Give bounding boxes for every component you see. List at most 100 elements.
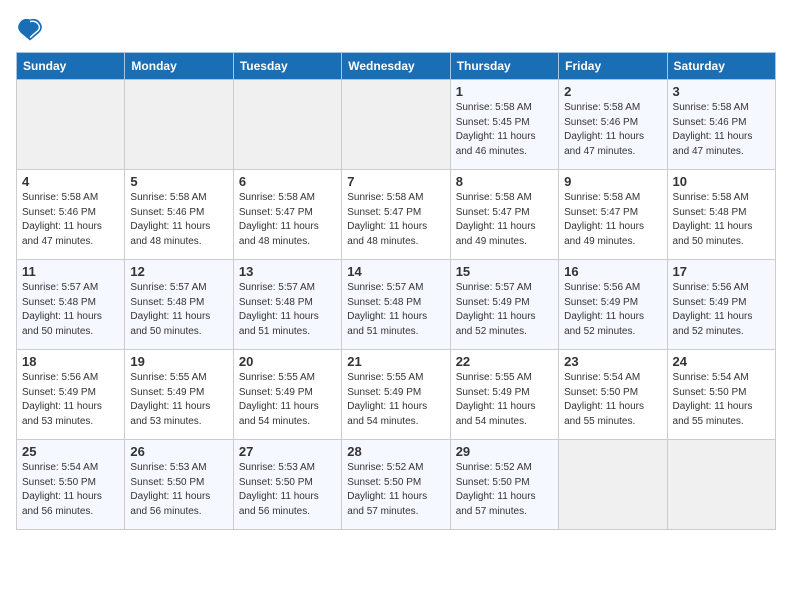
day-number: 9 (564, 174, 661, 189)
calendar-cell: 24 Sunrise: 5:54 AMSunset: 5:50 PMDayligh… (667, 350, 775, 440)
day-number: 12 (130, 264, 227, 279)
day-info: Sunrise: 5:58 AMSunset: 5:46 PMDaylight:… (564, 101, 661, 159)
calendar-cell: 27 Sunrise: 5:53 AMSunset: 5:50 PMDayligh… (233, 440, 341, 530)
day-number: 29 (456, 444, 553, 459)
calendar-cell: 19 Sunrise: 5:55 AMSunset: 5:49 PMDayligh… (125, 350, 233, 440)
calendar-cell: 17 Sunrise: 5:56 AMSunset: 5:49 PMDayligh… (667, 260, 775, 350)
day-number: 20 (239, 354, 336, 369)
day-info: Sunrise: 5:53 AMSunset: 5:50 PMDaylight:… (239, 461, 336, 519)
day-number: 4 (22, 174, 119, 189)
day-info: Sunrise: 5:58 AMSunset: 5:46 PMDaylight:… (673, 101, 770, 159)
day-number: 23 (564, 354, 661, 369)
calendar-cell: 8 Sunrise: 5:58 AMSunset: 5:47 PMDaylight… (450, 170, 558, 260)
calendar-week-3: 11 Sunrise: 5:57 AMSunset: 5:48 PMDayligh… (17, 260, 776, 350)
calendar-cell: 23 Sunrise: 5:54 AMSunset: 5:50 PMDayligh… (559, 350, 667, 440)
calendar-cell: 26 Sunrise: 5:53 AMSunset: 5:50 PMDayligh… (125, 440, 233, 530)
calendar-cell (342, 80, 450, 170)
header-row: SundayMondayTuesdayWednesdayThursdayFrid… (17, 53, 776, 80)
calendar-cell: 11 Sunrise: 5:57 AMSunset: 5:48 PMDayligh… (17, 260, 125, 350)
calendar-cell (125, 80, 233, 170)
day-number: 24 (673, 354, 770, 369)
calendar-cell: 18 Sunrise: 5:56 AMSunset: 5:49 PMDayligh… (17, 350, 125, 440)
day-info: Sunrise: 5:58 AMSunset: 5:47 PMDaylight:… (239, 191, 336, 249)
day-info: Sunrise: 5:57 AMSunset: 5:48 PMDaylight:… (347, 281, 444, 339)
calendar-cell (559, 440, 667, 530)
day-info: Sunrise: 5:52 AMSunset: 5:50 PMDaylight:… (347, 461, 444, 519)
day-number: 5 (130, 174, 227, 189)
day-number: 10 (673, 174, 770, 189)
weekday-header-friday: Friday (559, 53, 667, 80)
day-number: 26 (130, 444, 227, 459)
day-info: Sunrise: 5:55 AMSunset: 5:49 PMDaylight:… (130, 371, 227, 429)
logo-icon (16, 16, 44, 44)
calendar-cell: 22 Sunrise: 5:55 AMSunset: 5:49 PMDayligh… (450, 350, 558, 440)
day-number: 19 (130, 354, 227, 369)
day-info: Sunrise: 5:58 AMSunset: 5:47 PMDaylight:… (456, 191, 553, 249)
day-info: Sunrise: 5:58 AMSunset: 5:46 PMDaylight:… (130, 191, 227, 249)
calendar-cell: 28 Sunrise: 5:52 AMSunset: 5:50 PMDayligh… (342, 440, 450, 530)
calendar-cell: 4 Sunrise: 5:58 AMSunset: 5:46 PMDaylight… (17, 170, 125, 260)
day-info: Sunrise: 5:57 AMSunset: 5:48 PMDaylight:… (22, 281, 119, 339)
calendar-week-2: 4 Sunrise: 5:58 AMSunset: 5:46 PMDaylight… (17, 170, 776, 260)
calendar-cell: 6 Sunrise: 5:58 AMSunset: 5:47 PMDaylight… (233, 170, 341, 260)
calendar-cell: 25Sunrise: 5:54 AMSunset: 5:50 PMDayligh… (17, 440, 125, 530)
calendar-cell: 14 Sunrise: 5:57 AMSunset: 5:48 PMDayligh… (342, 260, 450, 350)
calendar-table: SundayMondayTuesdayWednesdayThursdayFrid… (16, 52, 776, 530)
day-info: Sunrise: 5:58 AMSunset: 5:46 PMDaylight:… (22, 191, 119, 249)
calendar-week-1: 1 Sunrise: 5:58 AMSunset: 5:45 PMDaylight… (17, 80, 776, 170)
day-number: 22 (456, 354, 553, 369)
day-number: 25 (22, 444, 119, 459)
calendar-cell: 15Sunrise: 5:57 AMSunset: 5:49 PMDayligh… (450, 260, 558, 350)
day-number: 8 (456, 174, 553, 189)
calendar-cell: 2 Sunrise: 5:58 AMSunset: 5:46 PMDaylight… (559, 80, 667, 170)
calendar-cell: 7 Sunrise: 5:58 AMSunset: 5:47 PMDaylight… (342, 170, 450, 260)
calendar-cell: 12Sunrise: 5:57 AMSunset: 5:48 PMDayligh… (125, 260, 233, 350)
calendar-cell (233, 80, 341, 170)
day-info: Sunrise: 5:57 AMSunset: 5:48 PMDaylight:… (239, 281, 336, 339)
day-info: Sunrise: 5:55 AMSunset: 5:49 PMDaylight:… (456, 371, 553, 429)
calendar-week-5: 25Sunrise: 5:54 AMSunset: 5:50 PMDayligh… (17, 440, 776, 530)
calendar-cell: 3 Sunrise: 5:58 AMSunset: 5:46 PMDaylight… (667, 80, 775, 170)
day-number: 18 (22, 354, 119, 369)
weekday-header-wednesday: Wednesday (342, 53, 450, 80)
day-info: Sunrise: 5:58 AMSunset: 5:47 PMDaylight:… (564, 191, 661, 249)
day-info: Sunrise: 5:58 AMSunset: 5:47 PMDaylight:… (347, 191, 444, 249)
day-number: 6 (239, 174, 336, 189)
weekday-header-tuesday: Tuesday (233, 53, 341, 80)
day-info: Sunrise: 5:52 AMSunset: 5:50 PMDaylight:… (456, 461, 553, 519)
day-info: Sunrise: 5:57 AMSunset: 5:49 PMDaylight:… (456, 281, 553, 339)
day-number: 11 (22, 264, 119, 279)
day-info: Sunrise: 5:55 AMSunset: 5:49 PMDaylight:… (239, 371, 336, 429)
day-number: 7 (347, 174, 444, 189)
day-number: 27 (239, 444, 336, 459)
calendar-cell: 29 Sunrise: 5:52 AMSunset: 5:50 PMDayligh… (450, 440, 558, 530)
calendar-cell: 13Sunrise: 5:57 AMSunset: 5:48 PMDayligh… (233, 260, 341, 350)
calendar-cell (17, 80, 125, 170)
weekday-header-sunday: Sunday (17, 53, 125, 80)
day-number: 17 (673, 264, 770, 279)
day-info: Sunrise: 5:54 AMSunset: 5:50 PMDaylight:… (564, 371, 661, 429)
weekday-header-thursday: Thursday (450, 53, 558, 80)
day-info: Sunrise: 5:56 AMSunset: 5:49 PMDaylight:… (22, 371, 119, 429)
day-info: Sunrise: 5:56 AMSunset: 5:49 PMDaylight:… (673, 281, 770, 339)
day-number: 3 (673, 84, 770, 99)
weekday-header-monday: Monday (125, 53, 233, 80)
weekday-header-saturday: Saturday (667, 53, 775, 80)
day-info: Sunrise: 5:54 AMSunset: 5:50 PMDaylight:… (673, 371, 770, 429)
calendar-week-4: 18 Sunrise: 5:56 AMSunset: 5:49 PMDayligh… (17, 350, 776, 440)
calendar-cell: 16Sunrise: 5:56 AMSunset: 5:49 PMDayligh… (559, 260, 667, 350)
day-number: 14 (347, 264, 444, 279)
day-info: Sunrise: 5:53 AMSunset: 5:50 PMDaylight:… (130, 461, 227, 519)
day-number: 2 (564, 84, 661, 99)
calendar-cell: 1 Sunrise: 5:58 AMSunset: 5:45 PMDaylight… (450, 80, 558, 170)
day-number: 28 (347, 444, 444, 459)
day-info: Sunrise: 5:58 AMSunset: 5:48 PMDaylight:… (673, 191, 770, 249)
calendar-cell: 5 Sunrise: 5:58 AMSunset: 5:46 PMDaylight… (125, 170, 233, 260)
header (16, 16, 776, 44)
logo (16, 16, 48, 44)
day-info: Sunrise: 5:58 AMSunset: 5:45 PMDaylight:… (456, 101, 553, 159)
calendar-cell: 10 Sunrise: 5:58 AMSunset: 5:48 PMDayligh… (667, 170, 775, 260)
day-info: Sunrise: 5:55 AMSunset: 5:49 PMDaylight:… (347, 371, 444, 429)
day-number: 1 (456, 84, 553, 99)
day-number: 16 (564, 264, 661, 279)
